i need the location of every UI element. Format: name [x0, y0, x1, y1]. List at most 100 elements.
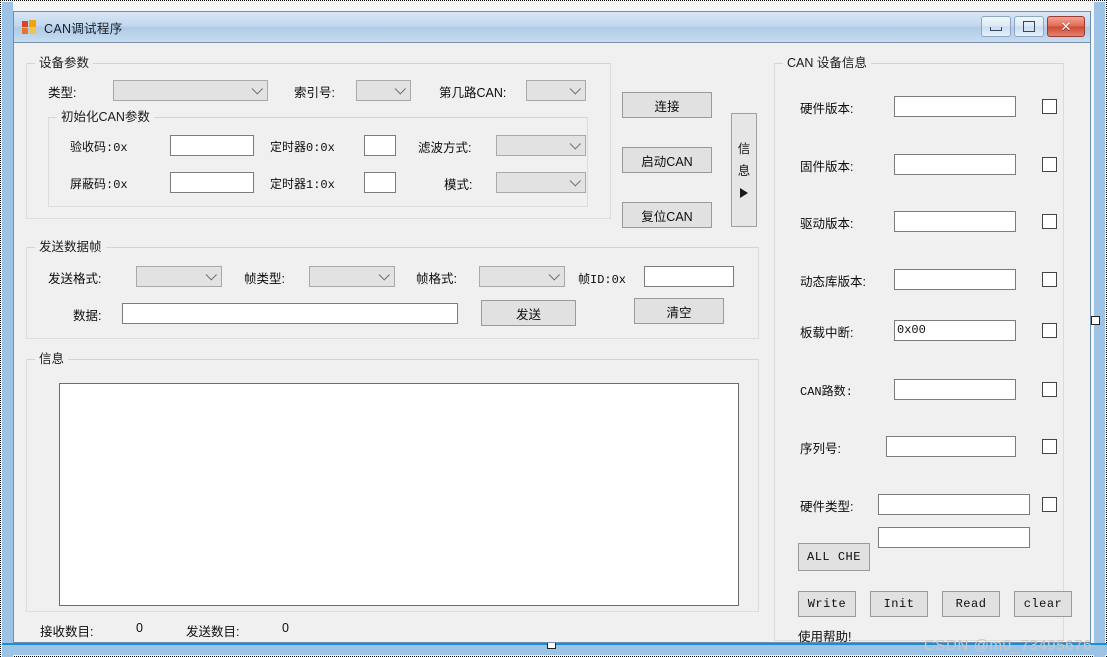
- type-combo[interactable]: [113, 80, 268, 101]
- frame-format-label: 帧格式:: [416, 272, 457, 286]
- write-button[interactable]: Write: [798, 591, 856, 617]
- connect-button[interactable]: 连接: [622, 92, 712, 118]
- send-format-label: 发送格式:: [48, 272, 102, 286]
- send-count-label: 发送数目:: [186, 625, 240, 639]
- onboard-interrupt-label: 板载中断:: [800, 326, 854, 340]
- frame-type-label: 帧类型:: [244, 272, 285, 286]
- clear-frame-button[interactable]: 清空: [634, 298, 724, 324]
- data-label: 数据:: [73, 309, 102, 323]
- minimize-button[interactable]: [981, 16, 1011, 37]
- mask-code-label: 屏蔽码:0x: [70, 178, 128, 192]
- frame-format-combo[interactable]: [479, 266, 565, 287]
- receive-count-value: 0: [136, 621, 143, 635]
- send-count-value: 0: [282, 621, 289, 635]
- hardware-version-checkbox[interactable]: [1042, 99, 1057, 114]
- timer1-label: 定时器1:0x: [270, 178, 335, 192]
- frame-type-combo[interactable]: [309, 266, 395, 287]
- firmware-version-label: 固件版本:: [800, 160, 854, 174]
- acceptance-code-input[interactable]: [170, 135, 254, 156]
- chevron-down-icon: [205, 266, 218, 287]
- minimize-icon: [990, 27, 1002, 31]
- serial-number-checkbox[interactable]: [1042, 439, 1057, 454]
- onboard-interrupt-input[interactable]: 0x00: [894, 320, 1016, 341]
- message-group: 信息: [26, 352, 759, 612]
- acceptance-code-label: 验收码:0x: [70, 141, 128, 155]
- filter-mode-combo[interactable]: [496, 135, 586, 156]
- read-button[interactable]: Read: [942, 591, 1000, 617]
- can-channel-count-checkbox[interactable]: [1042, 382, 1057, 397]
- mask-code-input[interactable]: [170, 172, 254, 193]
- clear-info-button[interactable]: clear: [1014, 591, 1072, 617]
- chevron-down-icon: [251, 80, 264, 101]
- driver-version-input[interactable]: [894, 211, 1016, 232]
- app-squares-icon: [22, 19, 37, 35]
- selection-band-left: [2, 2, 13, 657]
- all-che-button[interactable]: ALL CHE: [798, 543, 870, 571]
- firmware-version-checkbox[interactable]: [1042, 157, 1057, 172]
- maximize-button[interactable]: [1014, 16, 1044, 37]
- hardware-type-input[interactable]: [878, 494, 1030, 515]
- hardware-version-input[interactable]: [894, 96, 1016, 117]
- info-splitter-char-1: 信: [737, 142, 751, 156]
- can-channel-count-input[interactable]: [894, 379, 1016, 400]
- designer-selection-frame: CAN调试程序 ✕ 设备参数 类型: 索引号: 第几路CAN: 初始化CAN参数…: [0, 0, 1107, 657]
- info-splitter-button[interactable]: 信 息: [731, 113, 757, 227]
- client-area: 设备参数 类型: 索引号: 第几路CAN: 初始化CAN参数 验收码:0x 屏蔽…: [14, 43, 1090, 644]
- timer0-label: 定时器0:0x: [270, 141, 335, 155]
- timer1-input[interactable]: [364, 172, 396, 193]
- close-button[interactable]: ✕: [1047, 16, 1085, 37]
- device-params-title: 设备参数: [35, 56, 94, 70]
- device-params-group: 设备参数 类型: 索引号: 第几路CAN: 初始化CAN参数 验收码:0x 屏蔽…: [26, 56, 611, 219]
- message-log-textarea[interactable]: [59, 383, 739, 606]
- mode-combo[interactable]: [496, 172, 586, 193]
- send-frame-title: 发送数据帧: [35, 240, 106, 254]
- data-input[interactable]: [122, 303, 458, 324]
- index-label: 索引号:: [294, 86, 335, 100]
- can-info-title: CAN 设备信息: [783, 56, 871, 70]
- timer0-input[interactable]: [364, 135, 396, 156]
- receive-count-label: 接收数目:: [40, 625, 94, 639]
- dll-version-input[interactable]: [894, 269, 1016, 290]
- can-channel-label: 第几路CAN:: [439, 86, 507, 100]
- init-button[interactable]: Init: [870, 591, 928, 617]
- resize-handle-right[interactable]: [1091, 316, 1100, 325]
- serial-number-label: 序列号:: [800, 442, 841, 456]
- reset-can-button[interactable]: 复位CAN: [622, 202, 712, 228]
- driver-version-checkbox[interactable]: [1042, 214, 1057, 229]
- close-icon: ✕: [1060, 19, 1072, 34]
- onboard-interrupt-checkbox[interactable]: [1042, 323, 1057, 338]
- message-title: 信息: [35, 352, 69, 366]
- mode-label: 模式:: [444, 178, 473, 192]
- start-can-button[interactable]: 启动CAN: [622, 147, 712, 173]
- driver-version-label: 驱动版本:: [800, 217, 854, 231]
- hardware-type-label: 硬件类型:: [800, 500, 854, 514]
- chevron-down-icon: [378, 266, 391, 287]
- type-label: 类型:: [48, 86, 77, 100]
- send-frame-group: 发送数据帧 发送格式: 帧类型: 帧格式: 帧ID:0x 数据: 发送 清空: [26, 240, 759, 339]
- application-window: CAN调试程序 ✕ 设备参数 类型: 索引号: 第几路CAN: 初始化CAN参数…: [13, 11, 1091, 644]
- init-can-params-title: 初始化CAN参数: [57, 110, 154, 124]
- index-combo[interactable]: [356, 80, 411, 101]
- hardware-type-checkbox[interactable]: [1042, 497, 1057, 512]
- extra-value-input[interactable]: [878, 527, 1030, 548]
- serial-number-input[interactable]: [886, 436, 1016, 457]
- init-can-params-group: 初始化CAN参数 验收码:0x 屏蔽码:0x 定时器0:0x 定时器1:0x 滤…: [48, 110, 588, 207]
- title-bar: CAN调试程序 ✕: [14, 12, 1090, 43]
- firmware-version-input[interactable]: [894, 154, 1016, 175]
- selection-band-right: [1094, 2, 1105, 657]
- frame-id-input[interactable]: [644, 266, 734, 287]
- chevron-down-icon: [569, 80, 582, 101]
- send-format-combo[interactable]: [136, 266, 222, 287]
- can-channel-count-label: CAN路数:: [800, 385, 853, 399]
- chevron-down-icon: [569, 135, 582, 156]
- send-button[interactable]: 发送: [481, 300, 576, 326]
- dll-version-checkbox[interactable]: [1042, 272, 1057, 287]
- dll-version-label: 动态库版本:: [800, 275, 866, 289]
- triangle-right-icon: [740, 188, 748, 198]
- hardware-version-label: 硬件版本:: [800, 102, 854, 116]
- frame-id-label: 帧ID:0x: [578, 273, 627, 287]
- filter-mode-label: 滤波方式:: [418, 141, 472, 155]
- can-channel-combo[interactable]: [526, 80, 586, 101]
- can-info-group: CAN 设备信息 硬件版本: 固件版本: 驱动版本: 动态库版本: 板载中断:: [774, 56, 1072, 644]
- window-controls: ✕: [981, 16, 1085, 37]
